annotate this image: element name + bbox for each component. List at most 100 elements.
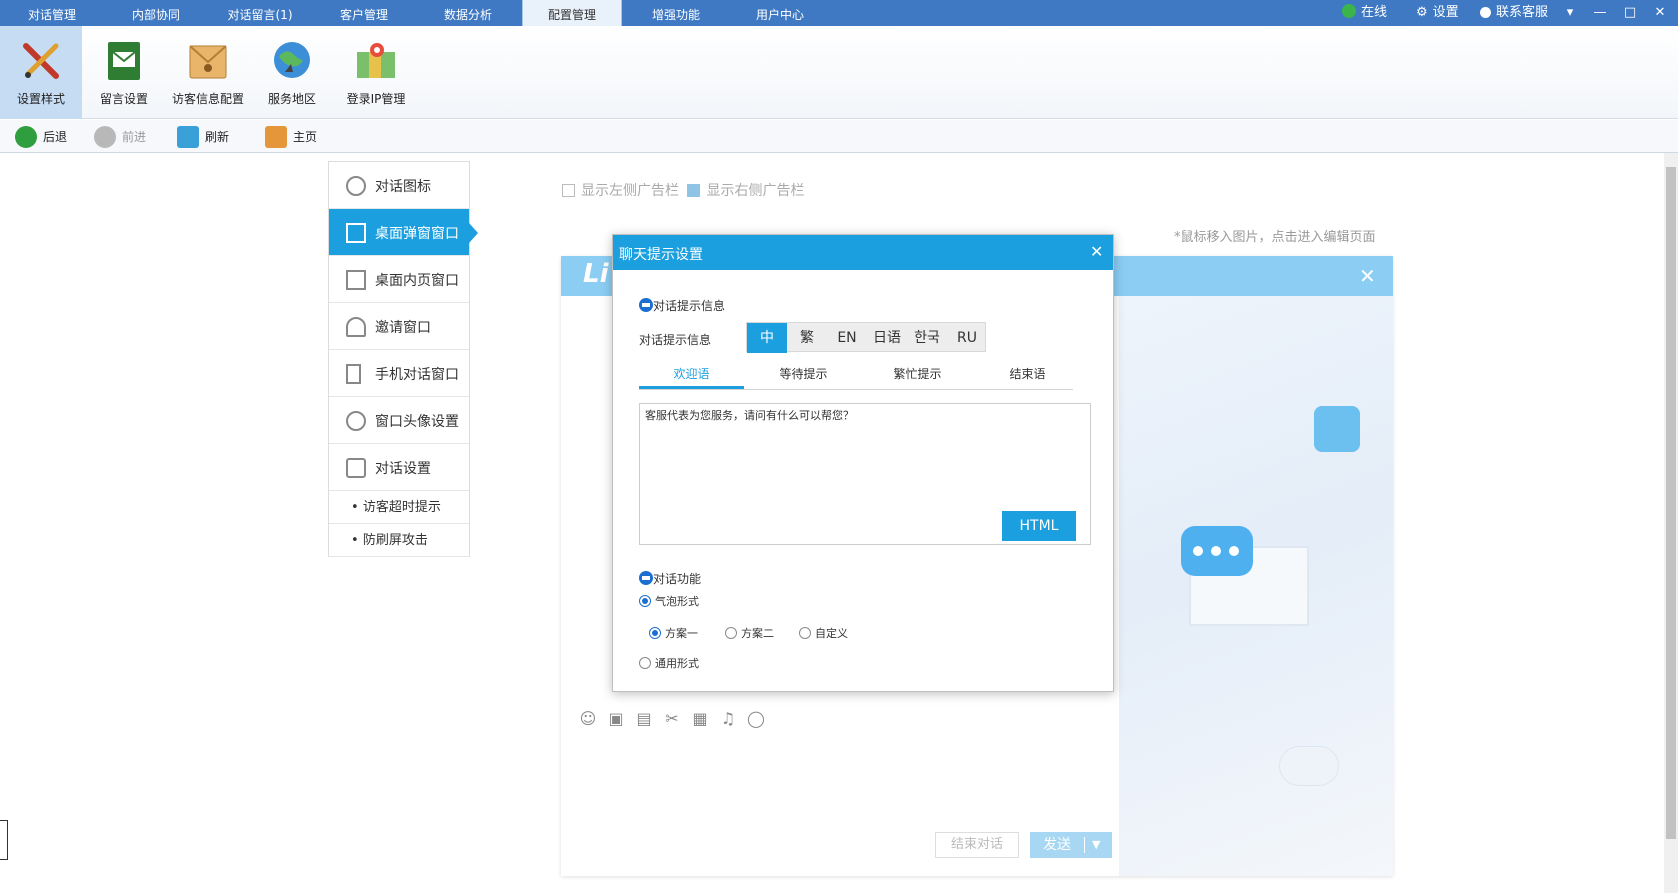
scissors-icon[interactable]: ✂ xyxy=(663,710,681,728)
welcome-message-editor[interactable]: 客服代表为您服务，请问有什么可以帮您？ HTML xyxy=(639,403,1091,545)
ribbon-label-message-settings: 留言设置 xyxy=(99,92,148,106)
ad-options: 显示左侧广告栏 显示右侧广告栏 xyxy=(562,180,804,200)
plan-one-option[interactable]: 方案一 xyxy=(649,625,698,641)
ribbon-label-visitor-info: 访客信息配置 xyxy=(171,92,244,106)
contact-support-button[interactable]: 联系客服 xyxy=(1480,0,1548,26)
sidemenu-invite-window[interactable]: 邀请窗口 xyxy=(329,303,469,350)
menu-tab-customer-management[interactable]: 客户管理 xyxy=(312,0,416,26)
bubble-form-radio[interactable] xyxy=(639,595,651,607)
ribbon-label-login-ip: 登录IP管理 xyxy=(346,92,406,106)
refresh-button[interactable]: 刷新 xyxy=(177,125,237,149)
menu-tab-enhanced-features[interactable]: 增强功能 xyxy=(624,0,728,26)
close-window-icon[interactable]: ✕ xyxy=(1646,0,1674,26)
tab-closing[interactable]: 结束语 xyxy=(975,363,1080,389)
window-icon xyxy=(346,223,366,243)
general-form-radio[interactable] xyxy=(639,657,651,669)
home-label: 主页 xyxy=(293,130,318,144)
menu-tab-messages[interactable]: 对话留言(1) xyxy=(208,0,312,26)
section-chat-function-label: 对话功能 xyxy=(653,572,702,586)
sidemenu-desktop-inpage[interactable]: 桌面内页窗口 xyxy=(329,256,469,303)
active-arrow xyxy=(469,223,478,243)
online-status[interactable]: 在线 xyxy=(1342,0,1387,26)
emoji-icon[interactable]: ☺ xyxy=(579,710,597,728)
settings-button[interactable]: ⚙ 设置 xyxy=(1416,0,1459,26)
tab-welcome[interactable]: 欢迎语 xyxy=(639,363,744,389)
plan-custom-option[interactable]: 自定义 xyxy=(799,625,848,641)
bullet-icon: • xyxy=(351,500,363,515)
menu-tab-internal-collab[interactable]: 内部协同 xyxy=(104,0,208,26)
online-check-icon xyxy=(1342,4,1356,18)
contact-label: 联系客服 xyxy=(1496,5,1549,20)
menu-tab-config-management[interactable]: 配置管理 xyxy=(522,0,622,26)
chat-prompt-settings-dialog: 聊天提示设置 ✕ 对话提示信息 对话提示信息 中 繁 EN 日语 한국 RU 欢… xyxy=(612,234,1114,692)
home-button[interactable]: 主页 xyxy=(265,125,325,149)
ribbon-login-ip-management[interactable]: 登录IP管理 xyxy=(336,26,416,119)
ribbon-message-settings[interactable]: 留言设置 xyxy=(88,26,160,119)
show-left-ad-label: 显示左侧广告栏 xyxy=(581,183,679,199)
tab-waiting[interactable]: 等待提示 xyxy=(751,363,856,389)
welcome-message-text: 客服代表为您服务，请问有什么可以帮您？ xyxy=(645,409,854,422)
general-form-option[interactable]: 通用形式 xyxy=(639,655,699,671)
menu-tab-chat-management[interactable]: 对话管理 xyxy=(0,0,104,26)
minimize-icon[interactable]: — xyxy=(1586,0,1614,26)
lang-zh-tw-button[interactable]: 繁 xyxy=(787,323,827,353)
maximize-icon[interactable]: □ xyxy=(1616,0,1644,26)
sidemenu-chat-settings[interactable]: 对话设置 xyxy=(329,444,469,491)
send-button[interactable]: 发送 ▼ xyxy=(1030,832,1112,858)
bubble-form-option[interactable]: 气泡形式 xyxy=(639,593,699,609)
show-right-ad-checkbox[interactable] xyxy=(687,184,701,197)
dialog-close-icon[interactable]: ✕ xyxy=(1090,242,1103,261)
menu-tab-data-analysis[interactable]: 数据分析 xyxy=(416,0,520,26)
plan-two-radio[interactable] xyxy=(725,627,737,639)
sidemenu-avatar-settings[interactable]: 窗口头像设置 xyxy=(329,397,469,444)
scrollbar-thumb[interactable] xyxy=(1666,167,1676,839)
image-icon[interactable]: ▣ xyxy=(607,710,625,728)
message-tabs: 欢迎语 等待提示 繁忙提示 结束语 xyxy=(639,363,1073,390)
lang-zh-button[interactable]: 中 xyxy=(747,323,787,353)
sidemenu-mobile-chat[interactable]: 手机对话窗口 xyxy=(329,350,469,397)
save-icon[interactable]: ▦ xyxy=(691,710,709,728)
section-chat-function: 对话功能 xyxy=(639,570,701,587)
end-chat-button[interactable]: 结束对话 xyxy=(935,832,1019,858)
tab-busy[interactable]: 繁忙提示 xyxy=(865,363,970,389)
sidemenu-chat-icon[interactable]: 对话图标 xyxy=(329,162,469,209)
dropdown-icon[interactable]: ▾ xyxy=(1556,0,1584,26)
online-label: 在线 xyxy=(1361,5,1388,20)
show-left-ad-checkbox[interactable] xyxy=(562,184,575,197)
refresh-illustration xyxy=(1314,406,1360,452)
globe-small-icon[interactable]: ◯ xyxy=(747,710,765,728)
sidemenu-anti-spam[interactable]: • 防刷屏攻击 xyxy=(329,524,469,557)
ribbon-set-style[interactable]: 设置样式 xyxy=(0,26,82,119)
menu-tab-user-center[interactable]: 用户中心 xyxy=(728,0,832,26)
sidemenu-desktop-popup[interactable]: 桌面弹窗窗口 xyxy=(329,209,478,256)
send-options-chevron-icon[interactable]: ▼ xyxy=(1092,832,1100,858)
forward-button[interactable]: 前进 xyxy=(94,125,154,149)
preview-close-icon[interactable]: ✕ xyxy=(1359,264,1376,288)
ribbon-service-region[interactable]: 服务地区 xyxy=(256,26,328,119)
back-button[interactable]: 后退 xyxy=(15,125,75,149)
globe-icon xyxy=(274,42,310,78)
preview-ad-image[interactable] xyxy=(1119,296,1393,876)
vertical-scrollbar[interactable] xyxy=(1664,153,1678,893)
section-prompt-info: 对话提示信息 xyxy=(639,297,725,314)
plan-one-radio[interactable] xyxy=(649,627,661,639)
support-icon xyxy=(1480,7,1491,18)
lang-ja-button[interactable]: 日语 xyxy=(867,323,907,353)
back-label: 后退 xyxy=(43,130,68,144)
sidemenu-visitor-timeout[interactable]: • 访客超时提示 xyxy=(329,491,469,524)
user-add-icon xyxy=(346,317,366,337)
mobile-icon xyxy=(346,364,361,384)
sidemenu-label: 窗口头像设置 xyxy=(375,414,459,430)
chat-bubble-illustration xyxy=(1181,526,1253,576)
lang-ru-button[interactable]: RU xyxy=(947,323,987,353)
lang-en-button[interactable]: EN xyxy=(827,323,867,353)
plan-two-option[interactable]: 方案二 xyxy=(725,625,774,641)
lang-ko-button[interactable]: 한국 xyxy=(907,323,947,353)
plan-custom-radio[interactable] xyxy=(799,627,811,639)
html-button[interactable]: HTML xyxy=(1002,511,1076,541)
file-icon[interactable]: ▤ xyxy=(635,710,653,728)
dialog-title: 聊天提示设置 xyxy=(619,247,703,263)
sidemenu-label: 邀请窗口 xyxy=(375,320,431,336)
sound-icon[interactable]: ♫ xyxy=(719,710,737,728)
ribbon-visitor-info-config[interactable]: 访客信息配置 xyxy=(166,26,250,119)
